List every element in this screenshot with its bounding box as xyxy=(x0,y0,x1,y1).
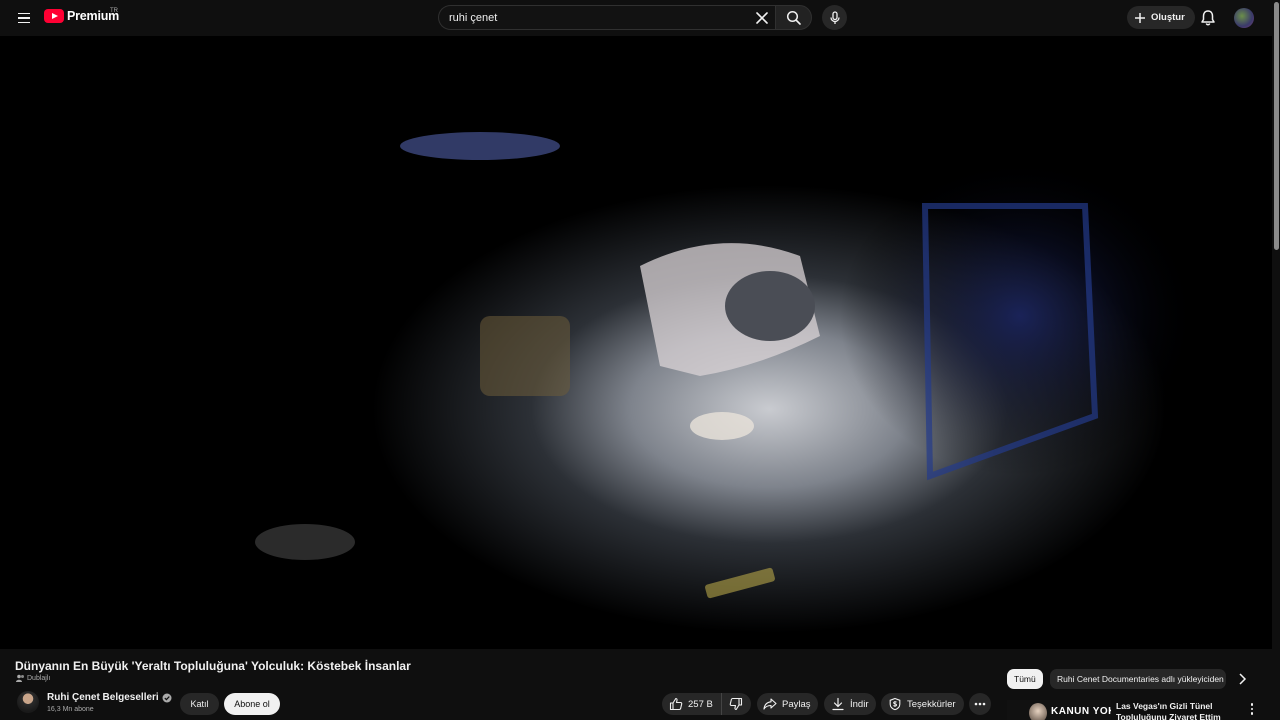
more-horizontal-icon xyxy=(974,702,986,706)
chevron-right-icon[interactable] xyxy=(1233,670,1251,688)
video-player[interactable] xyxy=(0,36,1272,649)
thumbs-down-icon xyxy=(729,697,743,711)
like-count: 257 B xyxy=(688,698,713,710)
notifications-bell-icon[interactable] xyxy=(1198,8,1218,28)
subscribe-button[interactable]: Abone ol xyxy=(224,693,280,715)
channel-name[interactable]: Ruhi Çenet Belgeselleri xyxy=(47,692,172,703)
chip-channel-uploads[interactable]: Ruhi Cenet Documentaries adlı yükleyicid… xyxy=(1050,669,1226,689)
thanks-button[interactable]: Teşekkürler xyxy=(881,693,964,715)
search-icon xyxy=(786,10,801,25)
thumbnail-text: KANUN YOK xyxy=(1051,706,1111,717)
thumbs-up-icon xyxy=(669,697,683,711)
download-icon xyxy=(832,697,844,711)
search-button[interactable] xyxy=(775,5,812,30)
thumbnail-face xyxy=(1029,703,1047,720)
dubbed-badge: Dublajlı xyxy=(16,674,50,682)
plus-icon xyxy=(1135,12,1145,23)
share-button[interactable]: Paylaş xyxy=(757,693,818,715)
chip-all[interactable]: Tümü xyxy=(1007,669,1043,689)
create-label: Oluştur xyxy=(1151,12,1185,23)
download-button[interactable]: İndir xyxy=(824,693,876,715)
verified-icon xyxy=(162,693,172,702)
recommended-video-title[interactable]: Las Vegas'ın Gizli Tünel Topluluğunu Ziy… xyxy=(1116,701,1226,720)
youtube-logo-icon xyxy=(44,9,64,23)
menu-icon[interactable] xyxy=(12,6,36,30)
voice-search-button[interactable] xyxy=(822,5,847,30)
create-button[interactable]: Oluştur xyxy=(1127,6,1195,29)
dubbed-label: Dublajlı xyxy=(27,674,51,682)
join-button[interactable]: Katıl xyxy=(180,693,219,715)
channel-name-text: Ruhi Çenet Belgeselleri xyxy=(47,692,159,703)
video-frame xyxy=(0,36,1272,649)
logo-country-code: TR xyxy=(110,8,118,14)
youtube-premium-logo[interactable]: Premium xyxy=(44,9,119,23)
share-label: Paylaş xyxy=(782,698,811,710)
more-actions-button[interactable] xyxy=(969,693,991,715)
search-input[interactable]: ruhi çenet xyxy=(438,5,776,30)
subscriber-count: 16,3 Mn abone xyxy=(47,706,94,713)
channel-avatar[interactable] xyxy=(17,691,39,713)
top-bar: Premium TR ruhi çenet Oluştur xyxy=(0,0,1280,36)
account-avatar[interactable] xyxy=(1234,8,1254,28)
like-dislike-group: 257 B xyxy=(662,693,751,715)
thanks-label: Teşekkürler xyxy=(907,698,956,710)
clear-search-icon[interactable] xyxy=(752,8,772,28)
video-title: Dünyanın En Büyük 'Yeraltı Topluluğuna' … xyxy=(15,659,411,673)
recommended-more-icon[interactable] xyxy=(1246,701,1258,717)
share-icon xyxy=(763,698,777,710)
dubbed-icon xyxy=(16,674,24,682)
microphone-icon xyxy=(829,10,840,24)
recommended-video-thumbnail[interactable]: KANUN YOK xyxy=(1007,700,1111,720)
search-query[interactable]: ruhi çenet xyxy=(449,12,497,24)
download-label: İndir xyxy=(850,698,869,710)
super-thanks-icon xyxy=(889,697,901,711)
like-button[interactable]: 257 B xyxy=(662,693,722,715)
dislike-button[interactable] xyxy=(722,693,750,715)
scrollbar-thumb[interactable] xyxy=(1274,2,1279,250)
